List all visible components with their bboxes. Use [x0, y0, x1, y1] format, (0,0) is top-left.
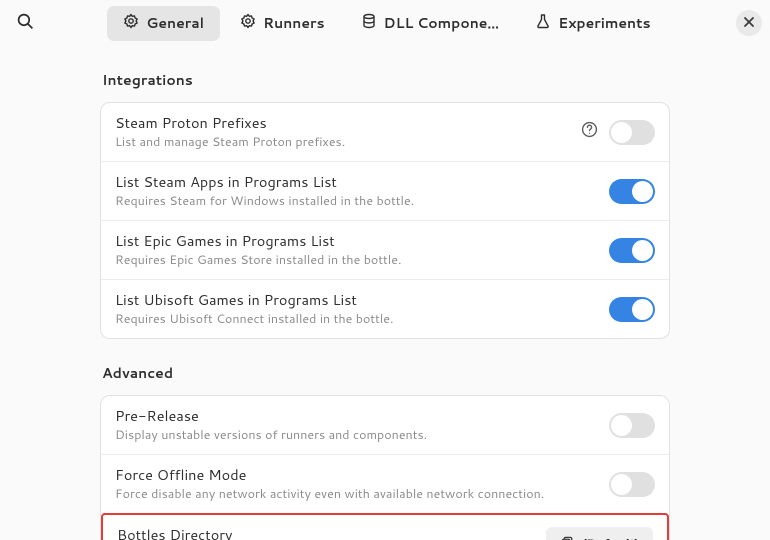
- row-subtitle: Display unstable versions of runners and…: [115, 427, 599, 443]
- section-title-integrations: Integrations: [102, 70, 670, 90]
- close-icon: [743, 16, 755, 31]
- database-icon: [361, 13, 377, 34]
- switch-steam-apps[interactable]: [609, 179, 655, 204]
- switch-steam-proton[interactable]: [609, 120, 655, 145]
- row-title: Steam Proton Prefixes: [115, 114, 569, 133]
- headerbar: General Runners: [0, 0, 770, 46]
- row-subtitle: Requires Steam for Windows installed in …: [115, 193, 599, 209]
- close-button[interactable]: [736, 10, 762, 36]
- row-title: List Epic Games in Programs List: [115, 232, 599, 251]
- question-icon: [581, 121, 598, 144]
- row-text: List Steam Apps in Programs List Require…: [115, 173, 599, 209]
- flask-icon: [535, 13, 551, 34]
- content-area: Integrations Steam Proton Prefixes List …: [0, 46, 770, 540]
- tab-runners[interactable]: Runners: [224, 6, 340, 41]
- tab-label: Runners: [263, 13, 324, 33]
- row-subtitle: Force disable any network activity even …: [115, 486, 599, 502]
- row-epic-games: List Epic Games in Programs List Require…: [101, 220, 669, 279]
- highlighted-row: Bottles Directory Directory that contain…: [101, 513, 669, 540]
- button-label: (Default): [582, 536, 639, 540]
- switch-pre-release[interactable]: [609, 413, 655, 438]
- gear-icon: [123, 13, 139, 34]
- gear-icon: [240, 13, 256, 34]
- preferences-window: General Runners: [0, 0, 770, 540]
- tab-general[interactable]: General: [107, 6, 220, 41]
- row-title: Bottles Directory: [117, 526, 536, 540]
- row-steam-proton-prefixes: Steam Proton Prefixes List and manage St…: [101, 103, 669, 161]
- group-advanced: Pre-Release Display unstable versions of…: [100, 395, 670, 540]
- tab-dll-components[interactable]: DLL Compone…: [345, 6, 516, 41]
- tab-label: DLL Compone…: [384, 13, 500, 33]
- row-ubisoft-games: List Ubisoft Games in Programs List Requ…: [101, 279, 669, 338]
- row-text: List Ubisoft Games in Programs List Requ…: [115, 291, 599, 327]
- tab-switcher: General Runners: [46, 6, 728, 41]
- row-text: Steam Proton Prefixes List and manage St…: [115, 114, 569, 150]
- row-subtitle: Requires Ubisoft Connect installed in th…: [115, 311, 599, 327]
- tab-experiments[interactable]: Experiments: [519, 6, 666, 41]
- row-subtitle: List and manage Steam Proton prefixes.: [115, 134, 569, 150]
- row-force-offline: Force Offline Mode Force disable any net…: [101, 454, 669, 513]
- switch-ubisoft-games[interactable]: [609, 297, 655, 322]
- row-text: Force Offline Mode Force disable any net…: [115, 466, 599, 502]
- search-button[interactable]: [8, 6, 42, 40]
- row-text: Bottles Directory Directory that contain…: [117, 526, 536, 540]
- row-steam-apps: List Steam Apps in Programs List Require…: [101, 161, 669, 220]
- tab-label: General: [146, 13, 204, 33]
- search-icon: [17, 13, 34, 33]
- row-title: Pre-Release: [115, 407, 599, 426]
- switch-epic-games[interactable]: [609, 238, 655, 263]
- switch-force-offline[interactable]: [609, 472, 655, 497]
- bottles-directory-button[interactable]: (Default): [546, 527, 653, 540]
- row-text: List Epic Games in Programs List Require…: [115, 232, 599, 268]
- row-title: List Steam Apps in Programs List: [115, 173, 599, 192]
- row-pre-release: Pre-Release Display unstable versions of…: [101, 396, 669, 454]
- group-integrations: Steam Proton Prefixes List and manage St…: [100, 102, 670, 339]
- row-subtitle: Requires Epic Games Store installed in t…: [115, 252, 599, 268]
- clipboard-icon: [560, 535, 575, 540]
- help-button[interactable]: [579, 122, 599, 142]
- row-text: Pre-Release Display unstable versions of…: [115, 407, 599, 443]
- section-title-advanced: Advanced: [102, 363, 670, 383]
- row-title: List Ubisoft Games in Programs List: [115, 291, 599, 310]
- tab-label: Experiments: [558, 13, 650, 33]
- row-bottles-directory: Bottles Directory Directory that contain…: [103, 515, 667, 540]
- row-title: Force Offline Mode: [115, 466, 599, 485]
